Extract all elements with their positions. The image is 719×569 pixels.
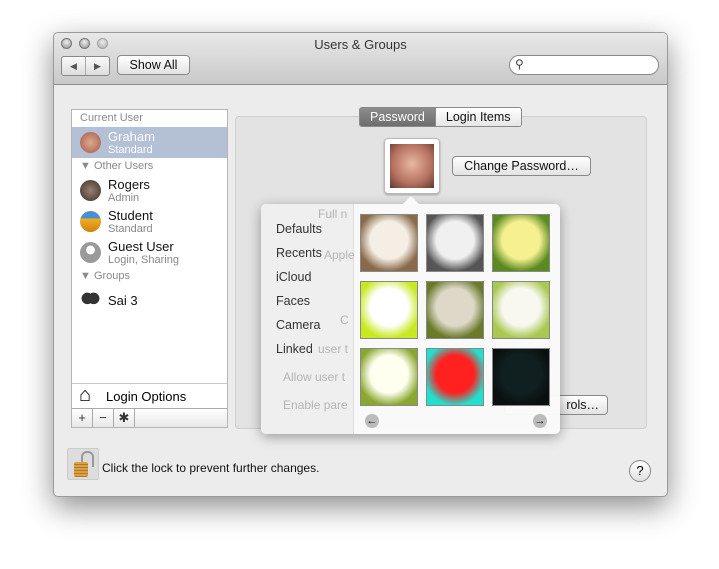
group-item-sai3[interactable]: Sai 3 xyxy=(72,285,227,316)
house-icon: ⌂ xyxy=(79,384,92,406)
user-name: Graham xyxy=(108,129,155,144)
source-recents[interactable]: Recents xyxy=(276,246,322,260)
user-picture-button[interactable] xyxy=(384,138,440,194)
group-icon xyxy=(80,290,101,311)
user-item-rogers[interactable]: Rogers Admin xyxy=(72,175,227,206)
user-item-graham[interactable]: Graham Standard xyxy=(72,127,227,158)
search-icon: ⚲ xyxy=(515,57,524,71)
user-name: Guest User xyxy=(108,239,174,254)
show-all-button[interactable]: Show All xyxy=(117,55,190,75)
source-icloud[interactable]: iCloud xyxy=(276,270,311,284)
gear-icon[interactable]: ✱ xyxy=(114,409,135,427)
source-faces[interactable]: Faces xyxy=(276,294,310,308)
guest-avatar-icon xyxy=(80,242,101,263)
picture-picker-popover: Defaults Recents iCloud Faces Camera Lin… xyxy=(261,196,560,434)
help-button[interactable]: ? xyxy=(629,460,651,482)
picture-thumbnail[interactable] xyxy=(360,214,418,272)
back-forward-control: ◀ ▶ xyxy=(61,56,110,76)
toolbar: Users & Groups ◀ ▶ Show All ⚲ xyxy=(54,33,667,85)
user-list: Current User Graham Standard ▼ Other Use… xyxy=(71,109,228,428)
picture-thumbnail[interactable] xyxy=(426,214,484,272)
user-role: Login, Sharing xyxy=(108,254,179,266)
groups-header[interactable]: ▼ Groups xyxy=(72,268,227,285)
avatar xyxy=(80,180,101,201)
avatar xyxy=(80,211,101,232)
user-role: Standard xyxy=(108,223,153,235)
user-item-guest[interactable]: Guest User Login, Sharing xyxy=(72,237,227,268)
current-user-header: Current User xyxy=(80,112,143,124)
picture-thumbnail[interactable] xyxy=(360,281,418,339)
lock-message: Click the lock to prevent further change… xyxy=(102,461,320,475)
avatar xyxy=(80,132,101,153)
source-defaults[interactable]: Defaults xyxy=(276,222,322,236)
add-user-button[interactable]: + xyxy=(72,409,93,427)
remove-user-button[interactable]: − xyxy=(93,409,114,427)
header-label: Groups xyxy=(93,270,131,282)
tab-bar: Password Login Items xyxy=(359,107,522,127)
tab-password[interactable]: Password xyxy=(360,108,435,126)
next-page-button[interactable]: → xyxy=(533,414,547,428)
source-camera[interactable]: Camera xyxy=(276,318,320,332)
back-button[interactable]: ◀ xyxy=(62,57,86,75)
user-name: Rogers xyxy=(108,177,150,192)
user-role: Admin xyxy=(108,192,140,204)
list-actions: + − ✱ xyxy=(72,408,227,427)
change-password-button[interactable]: Change Password… xyxy=(452,156,591,176)
search-input[interactable]: ⚲ xyxy=(509,55,659,75)
disclosure-triangle-icon: ▼ xyxy=(80,160,94,172)
picture-thumbnail[interactable] xyxy=(360,348,418,406)
disclosure-triangle-icon: ▼ xyxy=(80,270,94,282)
source-linked[interactable]: Linked xyxy=(276,342,313,356)
group-name: Sai 3 xyxy=(108,293,138,308)
lock-button[interactable] xyxy=(67,448,99,480)
picture-thumbnail[interactable] xyxy=(492,348,550,406)
picture-thumbnail[interactable] xyxy=(492,281,550,339)
user-role: Standard xyxy=(108,144,153,156)
other-users-header[interactable]: ▼ Other Users xyxy=(72,158,227,175)
picture-thumbnail[interactable] xyxy=(492,214,550,272)
user-name: Student xyxy=(108,208,153,223)
login-options-label: Login Options xyxy=(106,389,187,404)
forward-button[interactable]: ▶ xyxy=(86,57,109,75)
picture-thumbnail[interactable] xyxy=(426,281,484,339)
tab-login-items[interactable]: Login Items xyxy=(434,108,521,126)
window-title: Users & Groups xyxy=(314,37,407,52)
login-options-item[interactable]: ⌂ Login Options xyxy=(72,383,227,409)
lock-icon xyxy=(74,462,88,477)
header-label: Other Users xyxy=(93,160,154,172)
user-item-student[interactable]: Student Standard xyxy=(72,206,227,237)
picture-thumbnail[interactable] xyxy=(426,348,484,406)
user-picture xyxy=(390,144,434,188)
previous-page-button[interactable]: ← xyxy=(365,414,379,428)
picture-source-list: Defaults Recents iCloud Faces Camera Lin… xyxy=(261,204,354,434)
